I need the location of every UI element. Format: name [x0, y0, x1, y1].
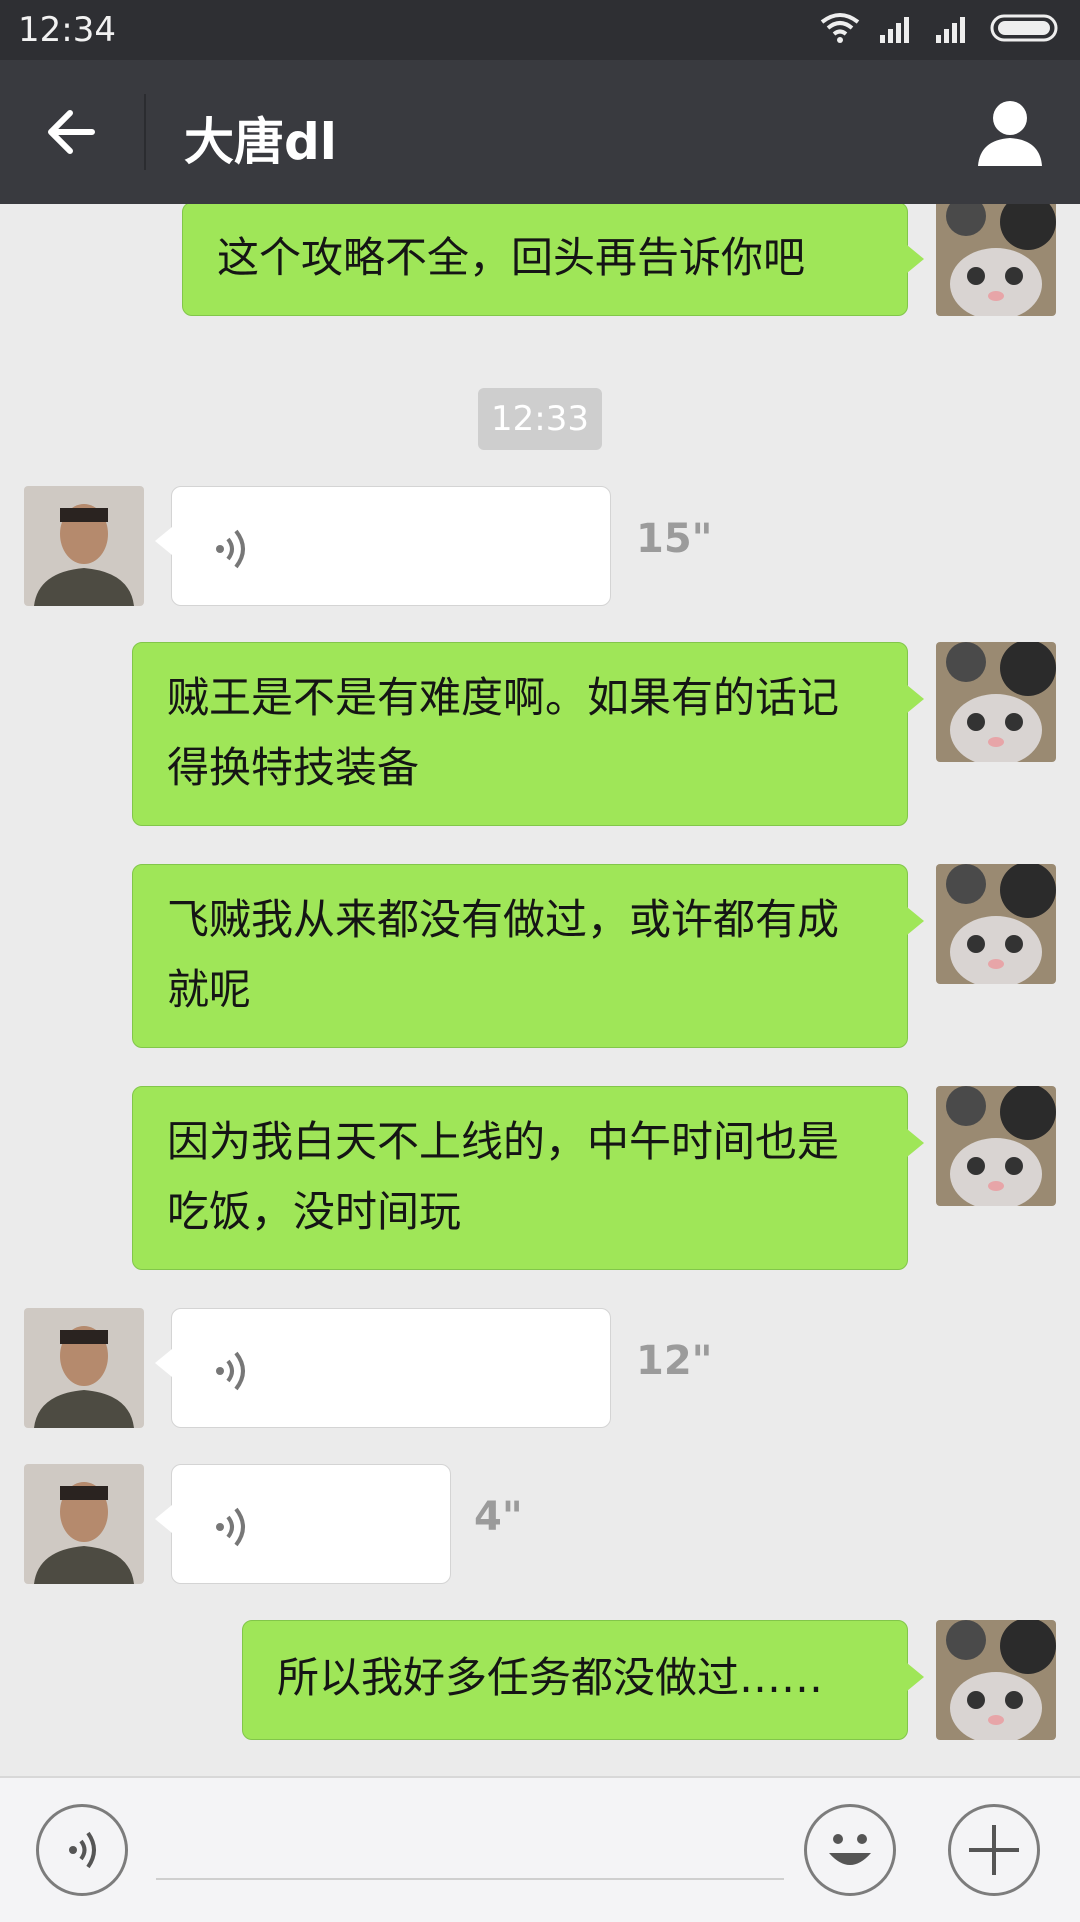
- avatar[interactable]: [936, 1086, 1056, 1206]
- status-bar: 12:34: [0, 0, 1080, 60]
- received-voice-message[interactable]: [155, 486, 611, 606]
- voice-wave-icon: [69, 1831, 96, 1869]
- message-input-field[interactable]: [156, 1796, 784, 1880]
- header-divider: [144, 94, 146, 170]
- sent-text-message[interactable]: 这个攻略不全，回头再告诉你吧: [182, 204, 924, 316]
- voice-duration: 4": [474, 1494, 523, 1540]
- voice-wave-icon: [216, 1507, 245, 1547]
- message-text: 这个攻略不全，回头再告诉你吧: [217, 233, 806, 282]
- avatar[interactable]: [936, 642, 1056, 762]
- chat-header: 大唐dl: [0, 60, 1080, 204]
- signal-icon: [936, 17, 965, 43]
- emoji-button[interactable]: [804, 1804, 896, 1896]
- person-avatar-image: [24, 1464, 144, 1584]
- person-avatar-image: [24, 486, 144, 606]
- cat-avatar-image: [936, 1086, 1056, 1206]
- profile-icon[interactable]: [976, 96, 1044, 168]
- status-time: 12:34: [18, 10, 116, 50]
- back-arrow-icon[interactable]: [36, 96, 108, 168]
- battery-icon: [990, 14, 1058, 42]
- cat-avatar-image: [936, 642, 1056, 762]
- cat-avatar-image: [936, 204, 1056, 316]
- message-input-bar: [0, 1776, 1080, 1922]
- chat-message-list[interactable]: 这个攻略不全，回头再告诉你吧 12:33 15" 贼王是不是有难度啊。如果有的话…: [0, 204, 1080, 1776]
- avatar[interactable]: [24, 486, 144, 606]
- sent-text-message[interactable]: 飞贼我从来都没有做过，或许都有成就呢: [132, 864, 924, 1048]
- voice-duration: 15": [636, 516, 713, 562]
- person-avatar-image: [24, 1308, 144, 1428]
- smiley-icon: [829, 1834, 871, 1865]
- message-timestamp: 12:33: [478, 388, 602, 450]
- signal-icon: [880, 17, 909, 43]
- message-text: 因为我白天不上线的，中午时间也是吃饭，没时间玩: [167, 1117, 840, 1236]
- voice-wave-icon: [216, 1351, 245, 1391]
- sent-text-message[interactable]: 贼王是不是有难度啊。如果有的话记得换特技装备: [132, 642, 924, 826]
- wifi-icon: [820, 13, 860, 43]
- cat-avatar-image: [936, 1620, 1056, 1740]
- avatar[interactable]: [24, 1464, 144, 1584]
- voice-wave-icon: [216, 529, 245, 569]
- plus-icon: [969, 1825, 1019, 1875]
- sent-text-message[interactable]: 因为我白天不上线的，中午时间也是吃饭，没时间玩: [132, 1086, 924, 1270]
- received-voice-message[interactable]: [155, 1464, 451, 1584]
- cat-avatar-image: [936, 864, 1056, 984]
- avatar[interactable]: [936, 1620, 1056, 1740]
- message-text: 贼王是不是有难度啊。如果有的话记得换特技装备: [167, 673, 840, 792]
- avatar[interactable]: [24, 1308, 144, 1428]
- message-text: 所以我好多任务都没做过……: [277, 1653, 824, 1702]
- message-text: 飞贼我从来都没有做过，或许都有成就呢: [167, 895, 840, 1014]
- received-voice-message[interactable]: [155, 1308, 611, 1428]
- voice-duration: 12": [636, 1338, 713, 1384]
- status-icons: [820, 12, 1062, 44]
- avatar[interactable]: [936, 864, 1056, 984]
- sent-text-message[interactable]: 所以我好多任务都没做过……: [242, 1620, 924, 1740]
- voice-input-button[interactable]: [36, 1804, 128, 1896]
- avatar[interactable]: [936, 204, 1056, 316]
- chat-title: 大唐dl: [184, 113, 337, 171]
- more-options-button[interactable]: [948, 1804, 1040, 1896]
